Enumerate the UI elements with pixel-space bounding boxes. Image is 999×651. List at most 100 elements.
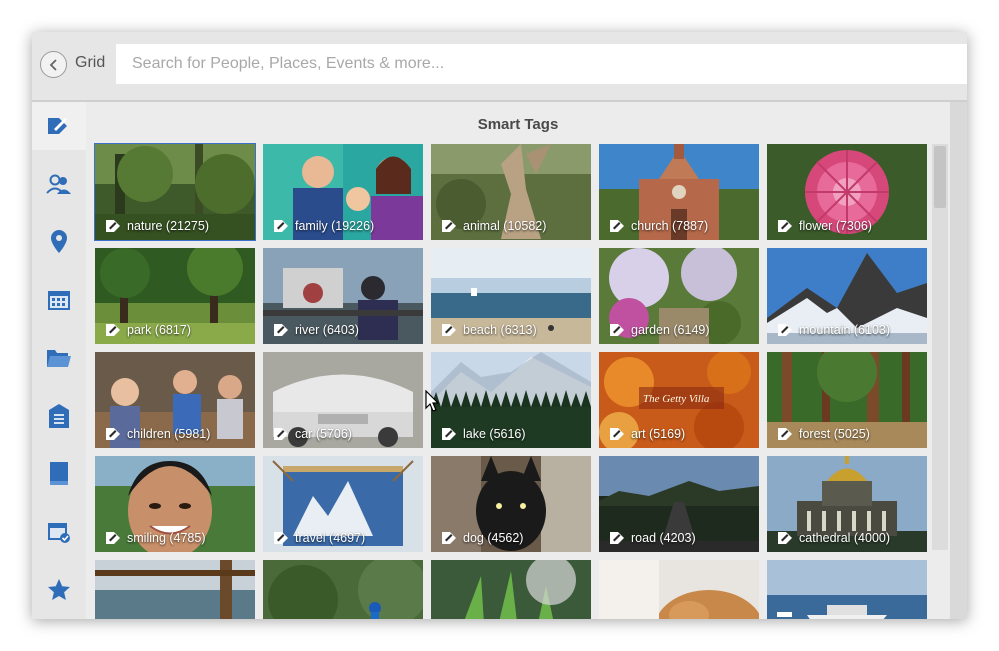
sidebar-item-smart-tags[interactable] — [32, 102, 86, 150]
tag-label-group: car (5706) — [273, 427, 352, 441]
smart-tag-tile[interactable]: The Getty Villa art (5169) — [599, 352, 759, 448]
panel-title: Smart Tags — [477, 116, 559, 133]
sidebar-item-albums[interactable] — [32, 450, 86, 498]
tag-label: travel (4697) — [295, 531, 366, 545]
tag-label-group: lake (5616) — [441, 427, 526, 441]
tag-label-group: dog (4562) — [441, 531, 523, 545]
document-icon — [49, 404, 69, 428]
smart-tag-tile[interactable]: mountain (6103) — [767, 248, 927, 344]
people-icon — [46, 174, 71, 194]
calendar-check-icon — [48, 523, 70, 543]
tag-label-group: flower (7306) — [777, 219, 872, 233]
search-input[interactable] — [116, 44, 967, 84]
app-window: Grid Smart Tags n — [32, 32, 967, 619]
scrollbar-thumb[interactable] — [934, 146, 946, 208]
tag-label: car (5706) — [295, 427, 352, 441]
tag-icon — [106, 428, 120, 440]
tag-label: park (6817) — [127, 323, 191, 337]
tag-icon — [778, 428, 792, 440]
tag-thumbnail — [599, 560, 759, 619]
tag-icon — [610, 428, 624, 440]
top-bar: Grid — [32, 32, 967, 102]
tag-label: beach (6313) — [463, 323, 537, 337]
tag-icon — [106, 220, 120, 232]
tag-thumbnail — [767, 560, 927, 619]
tag-label-group: smiling (4785) — [105, 531, 206, 545]
tag-label: garden (6149) — [631, 323, 710, 337]
tag-label-group: mountain (6103) — [777, 323, 890, 337]
tag-label: nature (21275) — [127, 219, 210, 233]
smart-tag-tile[interactable] — [263, 560, 423, 619]
svg-text:The Getty Villa: The Getty Villa — [643, 393, 710, 405]
smart-tag-tile[interactable]: river (6403) — [263, 248, 423, 344]
tag-icon — [48, 118, 67, 134]
sidebar-item-places[interactable] — [32, 218, 86, 266]
tag-icon — [442, 324, 456, 336]
tag-thumbnail — [263, 560, 423, 619]
tag-icon — [778, 532, 792, 544]
mouse-cursor-icon — [425, 390, 440, 412]
tag-icon — [778, 324, 792, 336]
smart-tag-tile[interactable]: park (6817) — [95, 248, 255, 344]
sidebar-item-people[interactable] — [32, 160, 86, 208]
tag-label-group: park (6817) — [105, 323, 191, 337]
tag-label: animal (10582) — [463, 219, 547, 233]
sidebar-item-documents[interactable] — [32, 392, 86, 440]
tag-icon — [442, 532, 456, 544]
back-button[interactable] — [40, 51, 67, 78]
folder-icon — [47, 350, 71, 367]
smart-tag-tile[interactable]: nature (21275) — [94, 143, 256, 241]
sidebar-item-favorites[interactable] — [32, 566, 86, 614]
tag-label-group: animal (10582) — [441, 219, 546, 233]
tag-label: church (7887) — [631, 219, 709, 233]
tag-label-group: travel (4697) — [273, 531, 365, 545]
sidebar-item-events[interactable] — [32, 276, 86, 324]
tag-icon — [106, 532, 120, 544]
tag-icon — [610, 220, 624, 232]
sidebar-item-folders[interactable] — [32, 334, 86, 382]
smart-tag-tile[interactable]: forest (5025) — [767, 352, 927, 448]
smart-tag-tile[interactable]: church (7887) — [599, 144, 759, 240]
smart-tag-tile[interactable]: children (5981) — [95, 352, 255, 448]
tag-label-group: children (5981) — [105, 427, 210, 441]
smart-tag-tile[interactable] — [767, 560, 927, 619]
smart-tag-tile[interactable]: smiling (4785) — [95, 456, 255, 552]
smart-tag-tile[interactable]: lake (5616) — [431, 352, 591, 448]
tag-label-group: river (6403) — [273, 323, 359, 337]
tag-label: forest (5025) — [799, 427, 870, 441]
smart-tag-tile[interactable]: travel (4697) — [263, 456, 423, 552]
background-grid-edge — [950, 102, 967, 619]
tag-label: river (6403) — [295, 323, 359, 337]
smart-tag-tile[interactable]: road (4203) — [599, 456, 759, 552]
smart-tag-tile[interactable]: flower (7306) — [767, 144, 927, 240]
tag-label: mountain (6103) — [799, 323, 891, 337]
smart-tag-tile[interactable]: beach (6313) — [431, 248, 591, 344]
tag-icon — [442, 428, 456, 440]
smart-tag-tile[interactable]: cathedral (4000) — [767, 456, 927, 552]
tag-label-group: family (19226) — [273, 219, 374, 233]
tag-label-group: forest (5025) — [777, 427, 870, 441]
smart-tag-tile[interactable] — [95, 560, 255, 619]
smart-tag-tile[interactable] — [599, 560, 759, 619]
smart-tag-tile[interactable]: car (5706) — [263, 352, 423, 448]
tag-thumbnail — [431, 560, 591, 619]
sidebar-item-saved-events[interactable] — [32, 508, 86, 556]
smart-tag-tile[interactable]: garden (6149) — [599, 248, 759, 344]
tag-label: flower (7306) — [799, 219, 872, 233]
tag-icon — [274, 324, 288, 336]
smart-tag-tile[interactable]: family (19226) — [263, 144, 423, 240]
tag-icon — [442, 220, 456, 232]
smart-tag-tile[interactable]: dog (4562) — [431, 456, 591, 552]
tag-label: lake (5616) — [463, 427, 526, 441]
tag-icon — [274, 220, 288, 232]
tag-label: cathedral (4000) — [799, 531, 891, 545]
tag-label-group: cathedral (4000) — [777, 531, 890, 545]
tag-icon — [274, 428, 288, 440]
star-icon — [48, 579, 70, 600]
book-icon — [50, 462, 68, 485]
tag-icon — [274, 532, 288, 544]
tag-icon — [106, 324, 120, 336]
grid-label[interactable]: Grid — [75, 54, 105, 72]
smart-tag-tile[interactable] — [431, 560, 591, 619]
smart-tag-tile[interactable]: animal (10582) — [431, 144, 591, 240]
